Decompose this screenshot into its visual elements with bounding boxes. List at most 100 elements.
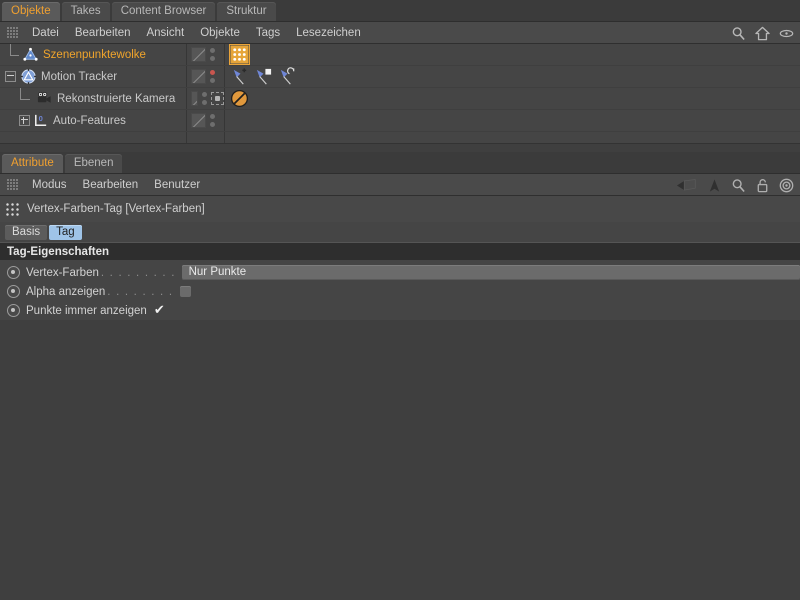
target-icon[interactable] xyxy=(779,178,794,193)
section-button-basis[interactable]: Basis xyxy=(5,224,48,240)
group-header-tag-eigenschaften: Tag-Eigenschaften xyxy=(0,242,800,260)
tab-struktur[interactable]: Struktur xyxy=(217,2,276,21)
tab-content-browser[interactable]: Content Browser xyxy=(111,2,216,21)
no-entry-tag-icon[interactable] xyxy=(230,89,249,108)
object-manager-toolbar xyxy=(731,22,794,44)
object-name-cell[interactable]: Rekonstruierte Kamera xyxy=(0,88,186,109)
property-bullet-icon[interactable] xyxy=(7,266,20,279)
svg-text:0: 0 xyxy=(39,114,43,123)
auto-features-icon: 0 xyxy=(35,114,47,126)
protection-marker-icon[interactable] xyxy=(211,92,224,105)
vertex-color-tag-icon[interactable] xyxy=(229,44,250,65)
alpha-anzeigen-checkbox[interactable] xyxy=(180,286,192,297)
menu-bearbeiten[interactable]: Bearbeiten xyxy=(75,174,147,196)
menu-modus[interactable]: Modus xyxy=(24,174,75,196)
menu-grip-handle[interactable] xyxy=(7,179,18,190)
menu-grip-handle[interactable] xyxy=(7,27,18,38)
object-label[interactable]: Motion Tracker xyxy=(41,71,117,83)
attribute-manager-toolbar xyxy=(676,174,794,196)
attribute-section-tabs: Basis Tag xyxy=(0,222,800,242)
punkte-immer-anzeigen-checkbox[interactable]: ✔ xyxy=(154,304,165,317)
render-visibility-dot[interactable] xyxy=(210,56,215,61)
object-name-cell[interactable]: Szenenpunktewolke xyxy=(0,44,186,65)
table-row[interactable]: Szenenpunktewolke xyxy=(0,44,800,66)
table-row[interactable]: Motion Tracker xyxy=(0,66,800,88)
property-bullet-icon[interactable] xyxy=(7,285,20,298)
tab-objekte[interactable]: Objekte xyxy=(2,2,60,21)
tree-indent xyxy=(0,88,36,109)
property-label: Vertex-Farben xyxy=(26,266,99,279)
menu-benutzer[interactable]: Benutzer xyxy=(146,174,208,196)
object-manager-tree[interactable]: Szenenpunktewolke Motion Tracker Rekonst… xyxy=(0,44,800,143)
expand-expander-icon[interactable] xyxy=(19,115,30,126)
object-visibility-cell[interactable] xyxy=(186,44,224,65)
auto-tracker-tag-icon[interactable] xyxy=(278,67,297,86)
tree-indent xyxy=(0,44,22,65)
render-visibility-dot[interactable] xyxy=(202,100,207,105)
object-tag-cell[interactable] xyxy=(224,44,800,65)
property-row-vertex-farben: Vertex-Farben . . . . . . . . . Nur Punk… xyxy=(0,263,800,282)
table-row[interactable]: Rekonstruierte Kamera xyxy=(0,88,800,110)
editor-visibility-dot[interactable] xyxy=(202,92,207,97)
object-name-cell[interactable]: Motion Tracker xyxy=(0,66,186,87)
collapse-expander-icon[interactable] xyxy=(4,71,16,82)
editor-visibility-dot[interactable] xyxy=(210,48,215,53)
edit-mode-box[interactable] xyxy=(191,47,206,62)
property-row-punkte-immer-anzeigen: Punkte immer anzeigen ✔ xyxy=(0,301,800,320)
render-visibility-dot[interactable] xyxy=(210,78,215,83)
attribute-manager-tabrow: Attribute Ebenen xyxy=(0,152,800,174)
editor-visibility-dot[interactable] xyxy=(210,114,215,119)
search-icon[interactable] xyxy=(731,26,746,41)
attribute-manager-menubar: Modus Bearbeiten Benutzer xyxy=(0,174,800,196)
property-bullet-icon[interactable] xyxy=(7,304,20,317)
panel-splitter[interactable] xyxy=(0,143,800,152)
menu-objekte[interactable]: Objekte xyxy=(192,22,248,44)
editor-visibility-dot[interactable] xyxy=(210,70,215,75)
point-cloud-icon xyxy=(23,47,38,61)
manual-tracker-tag-icon[interactable] xyxy=(254,67,273,86)
menu-tags[interactable]: Tags xyxy=(248,22,288,44)
edit-mode-box[interactable] xyxy=(191,113,206,128)
up-arrow-icon[interactable] xyxy=(707,178,722,193)
property-dot-leader: . . . . . . . . xyxy=(107,285,174,298)
home-icon[interactable] xyxy=(755,26,770,41)
object-label[interactable]: Rekonstruierte Kamera xyxy=(57,93,175,105)
object-tag-cell[interactable] xyxy=(224,110,800,131)
tab-takes[interactable]: Takes xyxy=(61,2,110,21)
edit-mode-box[interactable] xyxy=(191,91,198,106)
property-row-alpha-anzeigen: Alpha anzeigen . . . . . . . . xyxy=(0,282,800,301)
lock-icon[interactable] xyxy=(755,178,770,193)
property-list: Vertex-Farben . . . . . . . . . Nur Punk… xyxy=(0,260,800,320)
tab-ebenen[interactable]: Ebenen xyxy=(64,154,123,173)
menu-lesezeichen[interactable]: Lesezeichen xyxy=(288,22,369,44)
property-label: Punkte immer anzeigen xyxy=(26,304,147,317)
object-name-cell[interactable]: 0 Auto-Features xyxy=(0,110,186,131)
menu-datei[interactable]: Datei xyxy=(24,22,67,44)
edit-mode-box[interactable] xyxy=(191,69,206,84)
visibility-dots[interactable] xyxy=(210,114,215,127)
menu-bearbeiten[interactable]: Bearbeiten xyxy=(67,22,139,44)
vertex-farben-dropdown[interactable]: Nur Punkte xyxy=(181,265,800,280)
object-visibility-cell[interactable] xyxy=(186,88,224,109)
section-button-tag[interactable]: Tag xyxy=(49,224,82,240)
object-visibility-cell[interactable] xyxy=(186,66,224,87)
search-icon[interactable] xyxy=(731,178,746,193)
object-tag-cell[interactable] xyxy=(224,66,800,87)
back-arrow-icon[interactable] xyxy=(676,178,698,193)
render-visibility-dot[interactable] xyxy=(210,122,215,127)
table-row[interactable]: 0 Auto-Features xyxy=(0,110,800,132)
visibility-dots[interactable] xyxy=(210,48,215,61)
eye-icon[interactable] xyxy=(779,26,794,41)
tab-attribute[interactable]: Attribute xyxy=(2,154,63,173)
object-manager-tabrow: Objekte Takes Content Browser Struktur xyxy=(0,0,800,22)
page-title: Vertex-Farben-Tag [Vertex-Farben] xyxy=(27,203,205,215)
object-visibility-cell[interactable] xyxy=(186,110,224,131)
add-feature-tag-icon[interactable] xyxy=(230,67,249,86)
property-label: Alpha anzeigen xyxy=(26,285,106,298)
object-label[interactable]: Szenenpunktewolke xyxy=(43,49,146,61)
visibility-dots[interactable] xyxy=(202,92,207,105)
menu-ansicht[interactable]: Ansicht xyxy=(138,22,192,44)
visibility-dots[interactable] xyxy=(210,70,215,83)
object-tag-cell[interactable] xyxy=(224,88,800,109)
object-label[interactable]: Auto-Features xyxy=(53,115,126,127)
